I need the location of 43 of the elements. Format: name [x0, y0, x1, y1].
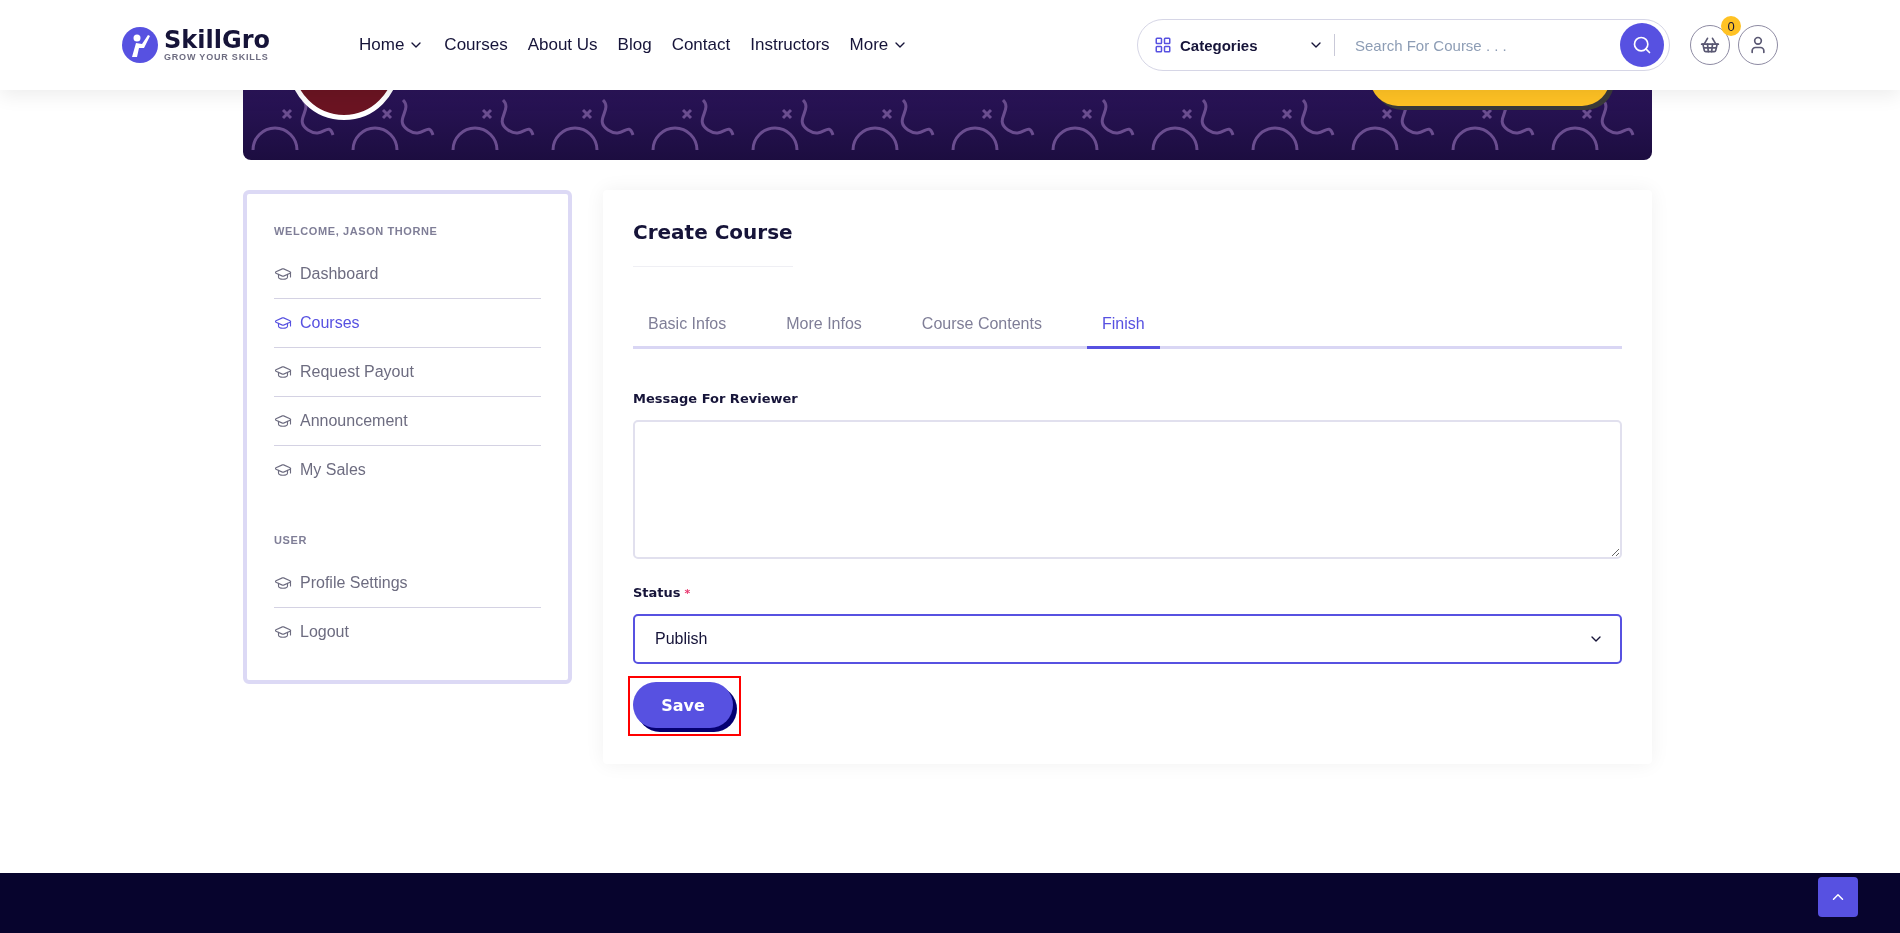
- user-icon: [1748, 35, 1768, 55]
- tab[interactable]: More Infos: [771, 303, 877, 349]
- categories-dropdown[interactable]: Categories: [1154, 36, 1324, 54]
- card-title: Create Course: [633, 216, 793, 267]
- graduation-cap-icon: [274, 461, 292, 479]
- field-label: Status *: [633, 585, 692, 600]
- user-button[interactable]: [1738, 25, 1778, 65]
- nav-link[interactable]: About Us: [527, 35, 598, 55]
- sidebar-item[interactable]: Dashboard: [274, 249, 541, 298]
- nav-link[interactable]: Courses: [444, 35, 508, 55]
- sidebar-item[interactable]: Request Payout: [274, 347, 541, 396]
- tab[interactable]: Finish: [1086, 303, 1160, 349]
- tab[interactable]: Basic Infos: [633, 303, 742, 349]
- nav-link[interactable]: Instructors: [750, 35, 830, 55]
- sidebar-item[interactable]: Logout: [274, 607, 541, 656]
- graduation-cap-icon: [274, 623, 292, 641]
- grid-icon: [1154, 36, 1172, 54]
- graduation-cap-icon: [274, 314, 292, 332]
- status-select[interactable]: Publish: [633, 614, 1622, 664]
- tab[interactable]: Course Contents: [906, 303, 1057, 349]
- sidebar-heading: WELCOME, JASON THORNE: [274, 225, 439, 237]
- message-field[interactable]: [633, 420, 1622, 559]
- sidebar-item[interactable]: Courses: [274, 298, 541, 347]
- graduation-cap-icon: [274, 412, 292, 430]
- field-label: Message For Reviewer: [633, 391, 799, 406]
- search-icon: [1632, 35, 1652, 55]
- logo-tagline: GROW YOUR SKILLS: [164, 52, 270, 62]
- sidebar-item[interactable]: Announcement: [274, 396, 541, 445]
- nav-link[interactable]: Blog: [617, 35, 652, 55]
- sidebar-heading: USER: [274, 534, 308, 546]
- nav-link[interactable]: Contact: [671, 35, 731, 55]
- search-button[interactable]: [1620, 23, 1664, 67]
- graduation-cap-icon: [274, 363, 292, 381]
- required-mark: *: [684, 587, 691, 600]
- logo-icon: [122, 27, 158, 63]
- nav-link[interactable]: More: [849, 35, 909, 55]
- cart-button[interactable]: [1690, 25, 1730, 65]
- logo-name[interactable]: SkillGro: [164, 28, 270, 52]
- cart-count-badge: 0: [1721, 16, 1741, 36]
- basket-icon: [1700, 35, 1720, 55]
- sidebar-item[interactable]: My Sales: [274, 445, 541, 494]
- sidebar-item[interactable]: Profile Settings: [274, 558, 541, 607]
- nav-link[interactable]: Home: [359, 35, 425, 55]
